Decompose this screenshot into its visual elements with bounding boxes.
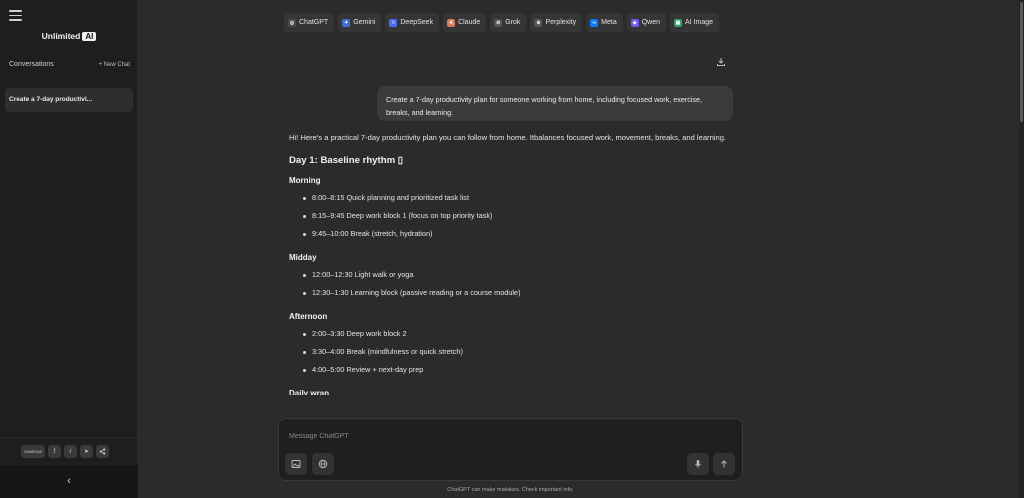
claude-icon: ✳ (447, 18, 456, 27)
tab-claude[interactable]: ✳ Claude (443, 13, 487, 32)
tab-label: Qwen (641, 19, 661, 26)
menu-icon[interactable] (9, 10, 22, 21)
section-list: 8:00–8:15 Quick planning and prioritized… (289, 189, 739, 243)
tab-gemini[interactable]: ✦ Gemini (338, 13, 382, 32)
tab-label: Grok (505, 19, 521, 26)
deepseek-icon: ≈ (389, 18, 398, 27)
tab-perplexity[interactable]: ※ Perplexity (530, 13, 583, 32)
ai-image-icon: ▣ (674, 18, 683, 27)
microphone-button[interactable] (687, 453, 709, 475)
section-heading: Midday (289, 253, 317, 262)
sidebar: Unlimited AI Conversations + New Chat Cre… (0, 0, 138, 498)
new-chat-button[interactable]: + New Chat (98, 62, 130, 68)
chatgpt-icon: ◎ (288, 18, 296, 27)
perplexity-icon: ※ (534, 18, 543, 27)
qwen-icon: ◈ (630, 18, 639, 27)
user-message: Create a 7-day productivity plan for som… (377, 86, 733, 121)
tab-chatgpt[interactable]: ◎ ChatGPT (284, 13, 335, 32)
web-search-button[interactable] (312, 453, 334, 475)
image-upload-button[interactable] (285, 453, 307, 475)
list-item: 2:00–3:30 Deep work block 2 (289, 325, 739, 343)
answer-intro: Hi! Here's a practical 7-day productivit… (289, 133, 727, 142)
tab-label: Meta (601, 19, 617, 26)
collapse-sidebar-icon[interactable]: ‹ (0, 475, 138, 487)
conversations-header: Conversations + New Chat (9, 61, 130, 68)
download-icon[interactable] (716, 54, 726, 66)
section-heading: Daily wrap (289, 389, 330, 395)
message-input[interactable] (289, 429, 729, 443)
tab-label: Gemini (353, 19, 376, 26)
section-heading: Morning (289, 176, 321, 185)
reddit-icon[interactable]: r (64, 445, 77, 458)
brand-badge: AI (82, 32, 97, 41)
disclaimer-text: ChatGPT can make mistakes. Check importa… (447, 487, 574, 493)
divider (0, 437, 138, 438)
tab-ai-image[interactable]: ▣ AI Image (670, 13, 720, 32)
meta-icon: ∞ (590, 18, 599, 27)
sidebar-footer: ‹ (0, 465, 138, 498)
tab-label: ChatGPT (299, 19, 329, 26)
tab-meta[interactable]: ∞ Meta (586, 13, 623, 32)
list-item: 9:45–10:00 Break (stretch, hydration) (289, 225, 739, 243)
arrow-up-icon (721, 460, 727, 468)
conversation-item[interactable]: Create a 7-day productivi... (5, 88, 133, 112)
section-list: 12:00–12:30 Light walk or yoga 12:30–1:3… (289, 266, 739, 302)
globe-icon (318, 459, 328, 469)
conversations-label: Conversations (9, 61, 54, 68)
section-list: 2:00–3:30 Deep work block 2 3:30–4:00 Br… (289, 325, 739, 379)
gumroad-button[interactable]: GUMROAD (21, 445, 45, 458)
microphone-icon (695, 460, 701, 468)
brand-text: Unlimited (41, 31, 81, 41)
list-item: 3:30–4:00 Break (mindfulness or quick st… (289, 343, 739, 361)
tab-label: AI Image (685, 19, 714, 26)
send-button[interactable] (713, 453, 735, 475)
assistant-message: Hi! Here's a practical 7-day productivit… (289, 130, 739, 395)
tab-label: Perplexity (545, 19, 577, 26)
brand-logo: Unlimited AI (0, 31, 138, 41)
list-item: 12:30–1:30 Learning block (passive readi… (289, 284, 739, 302)
telegram-icon[interactable]: ➤ (80, 445, 93, 458)
list-item: 8:00–8:15 Quick planning and prioritized… (289, 189, 739, 207)
day-heading: Day 1: Baseline rhythm ▯ (289, 155, 404, 166)
grok-icon: ⊘ (494, 18, 503, 27)
tab-label: DeepSeek (400, 19, 434, 26)
scrollbar-thumb[interactable] (1020, 2, 1023, 122)
message-composer (278, 418, 743, 481)
facebook-icon[interactable]: f (48, 445, 61, 458)
share-icon[interactable] (96, 445, 109, 458)
scrollbar[interactable] (1019, 0, 1024, 498)
list-item: 8:15–9:45 Deep work block 1 (focus on to… (289, 207, 739, 225)
gemini-icon: ✦ (342, 18, 351, 27)
model-tabs: ◎ ChatGPT ✦ Gemini ≈ DeepSeek ✳ Claude ⊘ Grok… (284, 13, 720, 32)
tab-qwen[interactable]: ◈ Qwen (626, 13, 667, 32)
tab-deepseek[interactable]: ≈ DeepSeek (385, 13, 440, 32)
social-links: GUMROAD f r ➤ (21, 445, 109, 458)
tab-grok[interactable]: ⊘ Grok (490, 13, 527, 32)
list-item: 12:00–12:30 Light walk or yoga (289, 266, 739, 284)
list-item: 4:00–5:00 Review + next-day prep (289, 361, 739, 379)
image-icon (291, 460, 301, 468)
tab-label: Claude (458, 19, 481, 26)
section-heading: Afternoon (289, 312, 328, 321)
